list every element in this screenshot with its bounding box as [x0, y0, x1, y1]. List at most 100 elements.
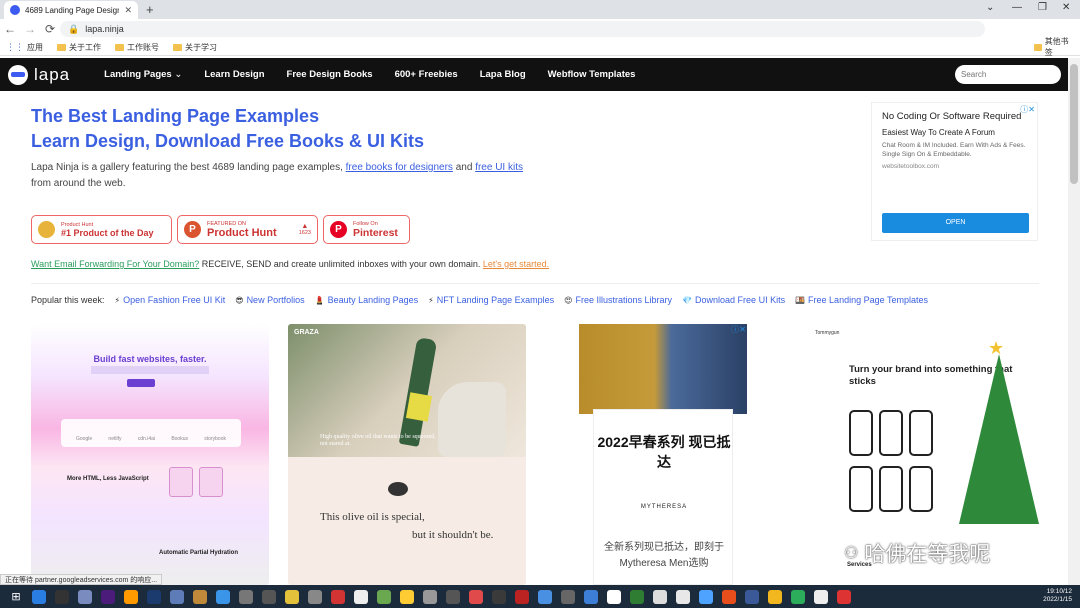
bookmark-folder[interactable]: 关于工作 [57, 42, 101, 53]
site-navbar: lapa Landing Pages ⌄ Learn Design Free D… [0, 58, 1068, 91]
app-icon[interactable] [745, 589, 759, 604]
bento-icon: 🍱 [795, 295, 806, 305]
popular-item[interactable]: 😎 New Portfolios [235, 295, 304, 305]
ad-open-button[interactable]: OPEN [882, 213, 1029, 233]
nav-landing-pages[interactable]: Landing Pages ⌄ [104, 69, 182, 80]
scrollbar-thumb[interactable] [1070, 64, 1078, 184]
bookmark-folder[interactable]: 关于学习 [173, 42, 217, 53]
popular-item[interactable]: 💎 Download Free UI Kits [682, 295, 785, 305]
wechat-icon[interactable] [791, 589, 805, 604]
landing-card[interactable]: Build fast websites, faster. Google netl… [31, 324, 269, 585]
reload-icon[interactable]: ⟳ [40, 22, 60, 36]
url-bar[interactable]: 🔒 lapa.ninja [60, 21, 985, 37]
app-icon[interactable] [699, 589, 713, 604]
app-icon[interactable] [768, 589, 782, 604]
maximize-button[interactable]: ❐ [1038, 2, 1047, 13]
app-icon[interactable] [653, 589, 667, 604]
get-started-link[interactable]: Let's get started. [483, 259, 549, 269]
app-icon[interactable] [331, 589, 345, 604]
product-of-day-badge[interactable]: Product Hunt #1 Product of the Day [31, 215, 172, 244]
minimize-button[interactable]: — [1012, 2, 1022, 13]
app-icon[interactable] [607, 589, 621, 604]
bookmarks-bar: ⋮⋮ 应用 关于工作 工作账号 关于学习 其他书签 [0, 36, 1080, 58]
system-clock[interactable]: 19:10/12 2022/1/15 [1043, 588, 1072, 604]
featured-producthunt-badge[interactable]: P FEATURED ON Product Hunt ▲ 1623 [177, 215, 318, 244]
nav-freebies[interactable]: 600+ Freebies [395, 69, 458, 80]
start-icon[interactable]: ⊞ [9, 590, 23, 604]
app-icon[interactable] [446, 589, 460, 604]
app-icon[interactable] [308, 589, 322, 604]
window-close-button[interactable]: ✕ [1062, 2, 1070, 13]
ad-text: 全新系列现已抵达，即刻于Mytheresa Men选购 [604, 542, 724, 569]
search-input[interactable] [955, 65, 1061, 84]
app-icon[interactable] [78, 589, 92, 604]
ninja-logo-icon [8, 64, 28, 85]
forward-icon[interactable]: → [20, 22, 40, 36]
app-icon[interactable] [239, 589, 253, 604]
app-icon[interactable] [423, 589, 437, 604]
free-books-link[interactable]: free books for designers [346, 162, 453, 173]
app-icon[interactable] [377, 589, 391, 604]
popular-item[interactable]: ⚡ NFT Landing Page Examples [428, 295, 554, 305]
popular-item[interactable]: 🍱 Free Landing Page Templates [795, 295, 928, 305]
phone-mockup [909, 466, 933, 512]
sidebar-ad[interactable]: ⓘ✕ No Coding Or Software Required Easies… [871, 102, 1038, 241]
popular-item[interactable]: ⚡ Open Fashion Free UI Kit [115, 295, 226, 305]
app-icon[interactable] [354, 589, 368, 604]
app-icon[interactable] [55, 589, 69, 604]
producthunt-icon: P [184, 221, 201, 238]
app-icon[interactable] [561, 589, 575, 604]
app-icon[interactable] [515, 589, 529, 604]
gem-icon: 💎 [682, 295, 693, 305]
nav-learn-design[interactable]: Learn Design [204, 69, 264, 80]
popular-item[interactable]: 💄 Beauty Landing Pages [315, 295, 419, 305]
ad-choices-icon[interactable]: ⓘ✕ [1020, 104, 1035, 115]
app-icon[interactable] [469, 589, 483, 604]
photoshop-icon[interactable] [147, 589, 161, 604]
nav-lapa-blog[interactable]: Lapa Blog [480, 69, 526, 80]
app-icon[interactable] [262, 589, 276, 604]
popular-item[interactable]: 😍 Free Illustrations Library [564, 295, 672, 305]
landing-card[interactable]: GRAZA High quality olive oil that wants … [288, 324, 526, 585]
tab-search-icon[interactable]: ⌄ [986, 2, 994, 13]
premiere-icon[interactable] [101, 589, 115, 604]
christmas-tree-decoration [959, 354, 1039, 524]
free-ui-kits-link[interactable]: free UI kits [475, 162, 523, 173]
email-forwarding-link[interactable]: Want Email Forwarding For Your Domain? [31, 259, 199, 269]
apps-bookmark[interactable]: ⋮⋮ 应用 [6, 42, 43, 53]
new-tab-button[interactable]: + [146, 2, 154, 17]
app-icon[interactable] [676, 589, 690, 604]
tab-close-icon[interactable]: ✕ [124, 5, 132, 16]
page-scrollbar[interactable] [1068, 58, 1080, 585]
illustrator-icon[interactable] [124, 589, 138, 604]
app-icon[interactable] [170, 589, 184, 604]
app-icon[interactable] [285, 589, 299, 604]
browser-tab[interactable]: 4689 Landing Page Design Ins ✕ [4, 1, 138, 19]
app-icon[interactable] [193, 589, 207, 604]
app-icon[interactable] [722, 589, 736, 604]
olive-icon [388, 482, 408, 496]
pinterest-follow-badge[interactable]: P Follow On Pinterest [323, 215, 410, 244]
app-icon[interactable] [584, 589, 598, 604]
app-icon[interactable] [216, 589, 230, 604]
back-icon[interactable]: ← [0, 22, 20, 36]
url-text: lapa.ninja [85, 24, 124, 34]
card-brand: GRAZA [294, 329, 319, 336]
other-bookmarks-folder[interactable]: 其他书签 [1034, 36, 1072, 58]
card-illustration [199, 467, 223, 497]
nav-webflow-templates[interactable]: Webflow Templates [548, 69, 636, 80]
app-icon[interactable] [400, 589, 414, 604]
nav-free-design-books[interactable]: Free Design Books [287, 69, 373, 80]
app-icon[interactable] [814, 589, 828, 604]
bookmark-folder[interactable]: 工作账号 [115, 42, 159, 53]
app-icon[interactable] [837, 589, 851, 604]
app-icon[interactable] [492, 589, 506, 604]
app-icon[interactable] [630, 589, 644, 604]
ad-card[interactable]: ⓘ✕ 2022早春系列 现已抵达 MYTHERESA 全新系列现已抵达，即刻于M… [545, 324, 782, 585]
card-panel [61, 419, 241, 447]
vscode-icon[interactable] [32, 589, 46, 604]
tab-title: 4689 Landing Page Design Ins [25, 5, 120, 15]
ad-choices-icon[interactable]: ⓘ✕ [731, 324, 746, 335]
lapa-logo[interactable]: lapa [8, 64, 70, 85]
app-icon[interactable] [538, 589, 552, 604]
